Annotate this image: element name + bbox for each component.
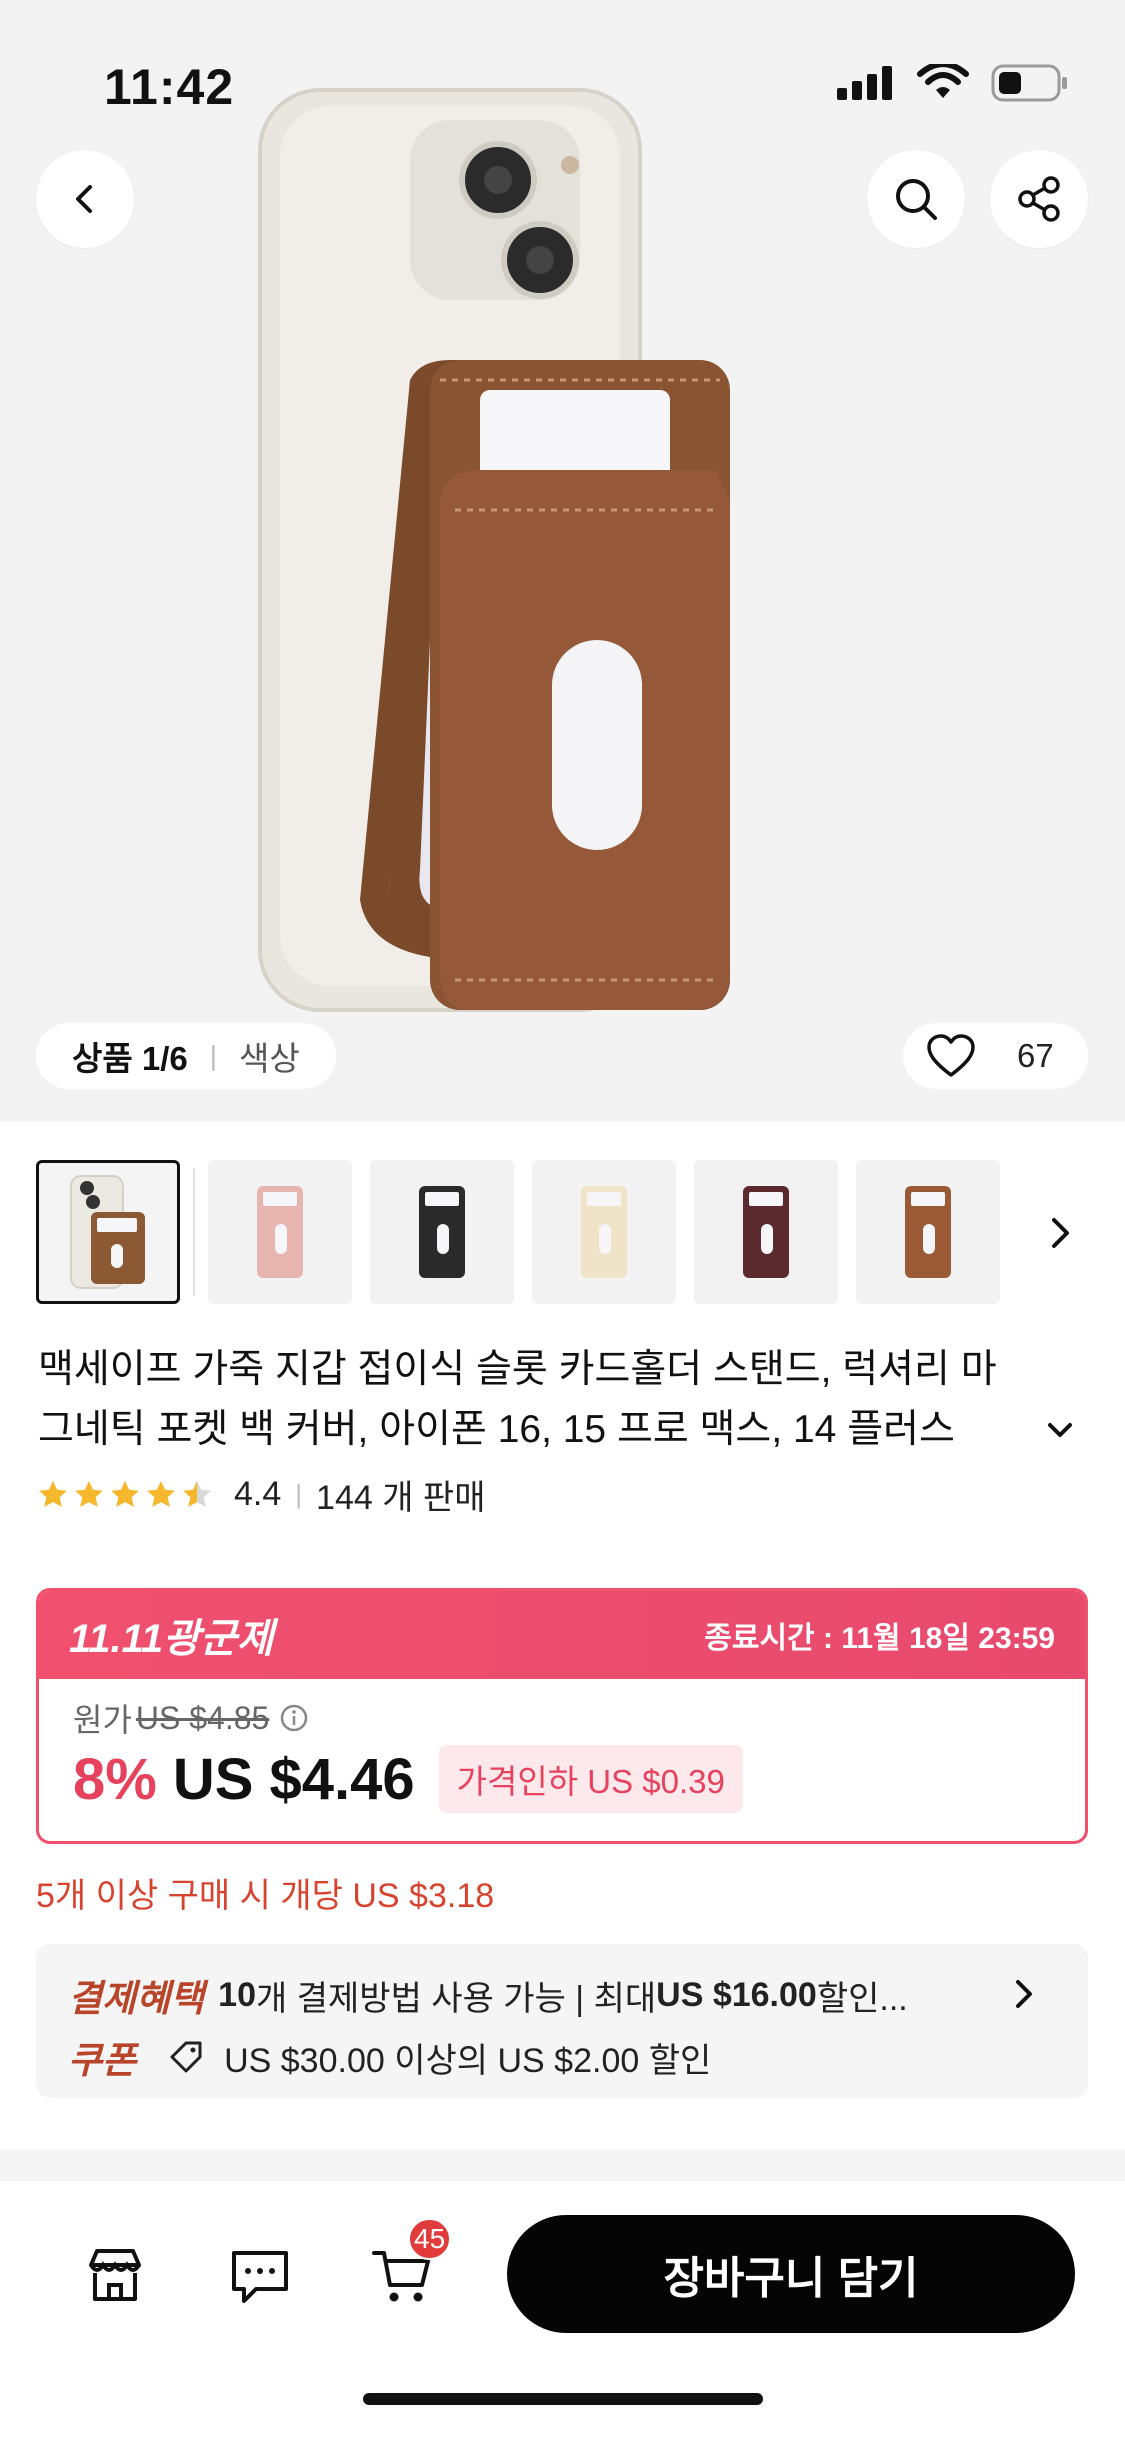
wifi-icon xyxy=(917,64,969,98)
current-price: US $4.46 xyxy=(172,1746,415,1812)
chevron-right-icon[interactable] xyxy=(1006,1974,1040,2014)
promo-price-card: 11.11광군제 종료시간 : 11월 18일 23:59 원가 US $4.8… xyxy=(36,1588,1088,1844)
thumbnail-5[interactable] xyxy=(694,1160,838,1304)
thumbnail-3[interactable] xyxy=(370,1160,514,1304)
heart-icon xyxy=(927,1034,975,1077)
thumbnail-image xyxy=(581,1186,627,1278)
cart-badge: 45 xyxy=(408,2218,452,2260)
divider xyxy=(193,1168,195,1296)
payment-benefit-text: 개 결제방법 사용 가능 | 최대 xyxy=(256,1979,657,2018)
discount-percent: 8% xyxy=(73,1746,157,1812)
payment-benefit-suffix: 할인... xyxy=(816,1979,908,2018)
separator: | xyxy=(209,1040,218,1071)
product-title-line-2: 그네틱 포켓 백 커버, 아이폰 16, 15 프로 맥스, 14 플러스 xyxy=(38,1408,955,1451)
payment-method-count: 10 xyxy=(218,1975,256,2014)
thumbnail-image xyxy=(257,1186,303,1278)
like-count: 67 xyxy=(1017,1037,1054,1074)
thumbnail-image xyxy=(419,1186,465,1278)
star-icon xyxy=(39,1480,67,1507)
thumbnail-image xyxy=(743,1186,789,1278)
store-button[interactable] xyxy=(83,2243,147,2312)
price-area: 원가 US $4.85 8% US $4.46 가격인하 US $0.39 xyxy=(39,1679,1085,1813)
cellular-signal-icon xyxy=(837,66,892,100)
benefits-panel[interactable]: 결제혜택 10 개 결제방법 사용 가능 | 최대 US $16.00 할인..… xyxy=(36,1944,1088,2098)
original-price: US $4.85 xyxy=(135,1699,270,1736)
status-icons xyxy=(837,64,1069,102)
star-half-icon xyxy=(183,1480,211,1507)
thumbnail-4[interactable] xyxy=(532,1160,676,1304)
product-title[interactable]: 맥세이프 가죽 지갑 접이식 슬롯 카드홀더 스탠드, 럭셔리 마 그네틱 포켓… xyxy=(38,1340,1078,1460)
search-icon xyxy=(896,179,937,220)
color-label: 색상 xyxy=(239,1040,300,1077)
product-title-line-1: 맥세이프 가죽 지갑 접이식 슬롯 카드홀더 스탠드, 럭셔리 마 xyxy=(38,1348,997,1391)
product-image-gallery[interactable]: 11:42 상품 1/6 | 색상 67 xyxy=(0,0,1125,1122)
chat-button[interactable] xyxy=(228,2245,292,2312)
share-icon xyxy=(1018,176,1060,222)
rating-row[interactable]: 4.4 | 144 개 판매 xyxy=(36,1470,486,1519)
search-button[interactable] xyxy=(867,150,965,248)
info-icon[interactable] xyxy=(279,1703,309,1733)
image-counter-pill[interactable]: 상품 1/6 | 색상 xyxy=(36,1023,336,1089)
store-icon xyxy=(89,2249,141,2301)
promo-event-name: 11.11광군제 xyxy=(69,1617,274,1661)
thumbnail-6[interactable] xyxy=(856,1160,1000,1304)
thumbnail-2[interactable] xyxy=(208,1160,352,1304)
chat-icon xyxy=(232,2251,288,2303)
separator: | xyxy=(295,1479,303,1509)
star-icon xyxy=(111,1480,139,1507)
share-button[interactable] xyxy=(990,150,1088,248)
section-divider xyxy=(0,2150,1125,2180)
rating-value: 4.4 xyxy=(234,1475,282,1513)
original-price-label: 원가 xyxy=(73,1702,132,1738)
current-price-row: 8% US $4.46 가격인하 US $0.39 xyxy=(73,1745,1051,1813)
bulk-offer: 5개 이상 구매 시 개당 US $3.18 xyxy=(36,1877,495,1915)
add-to-cart-button[interactable]: 장바구니 담기 xyxy=(507,2215,1075,2333)
thumbnail-image xyxy=(70,1175,145,1289)
battery-icon xyxy=(991,64,1067,102)
tag-icon xyxy=(170,2041,202,2073)
original-price-row: 원가 US $4.85 xyxy=(73,1695,1051,1741)
thumbnail-image xyxy=(905,1186,951,1278)
image-counter: 상품 1/6 xyxy=(72,1040,188,1077)
back-arrow-icon xyxy=(76,185,92,213)
coupon-row[interactable]: 쿠폰 US $30.00 이상의 US $2.00 할인 xyxy=(68,2030,711,2084)
price-drop-badge: 가격인하 US $0.39 xyxy=(438,1745,743,1813)
thumbnail-1[interactable] xyxy=(36,1160,180,1304)
payment-benefit-label: 결제혜택 xyxy=(68,1978,205,2019)
home-indicator xyxy=(363,2393,763,2405)
thumbnail-strip xyxy=(36,1160,1000,1304)
promo-end-time: 종료시간 : 11월 18일 23:59 xyxy=(704,1622,1055,1655)
sold-count: 144 개 판매 xyxy=(316,1479,486,1517)
payment-benefit-row[interactable]: 결제혜택 10 개 결제방법 사용 가능 | 최대 US $16.00 할인..… xyxy=(68,1968,908,2022)
payment-benefit-max: US $16.00 xyxy=(656,1975,817,2014)
wishlist-button[interactable]: 67 xyxy=(903,1023,1088,1089)
status-time: 11:42 xyxy=(104,59,235,115)
star-icon xyxy=(75,1480,103,1507)
back-button[interactable] xyxy=(36,150,134,248)
coupon-text: US $30.00 이상의 US $2.00 할인 xyxy=(224,2041,712,2080)
star-icon xyxy=(147,1480,175,1507)
star-rating xyxy=(36,1478,214,1512)
chevron-down-icon[interactable] xyxy=(1043,1413,1077,1447)
product-image xyxy=(258,88,730,1012)
thumbnail-next-button[interactable] xyxy=(1040,1210,1080,1261)
promo-header: 11.11광군제 종료시간 : 11월 18일 23:59 xyxy=(39,1591,1085,1679)
chevron-right-icon xyxy=(1052,1218,1069,1248)
coupon-label: 쿠폰 xyxy=(68,2040,137,2081)
